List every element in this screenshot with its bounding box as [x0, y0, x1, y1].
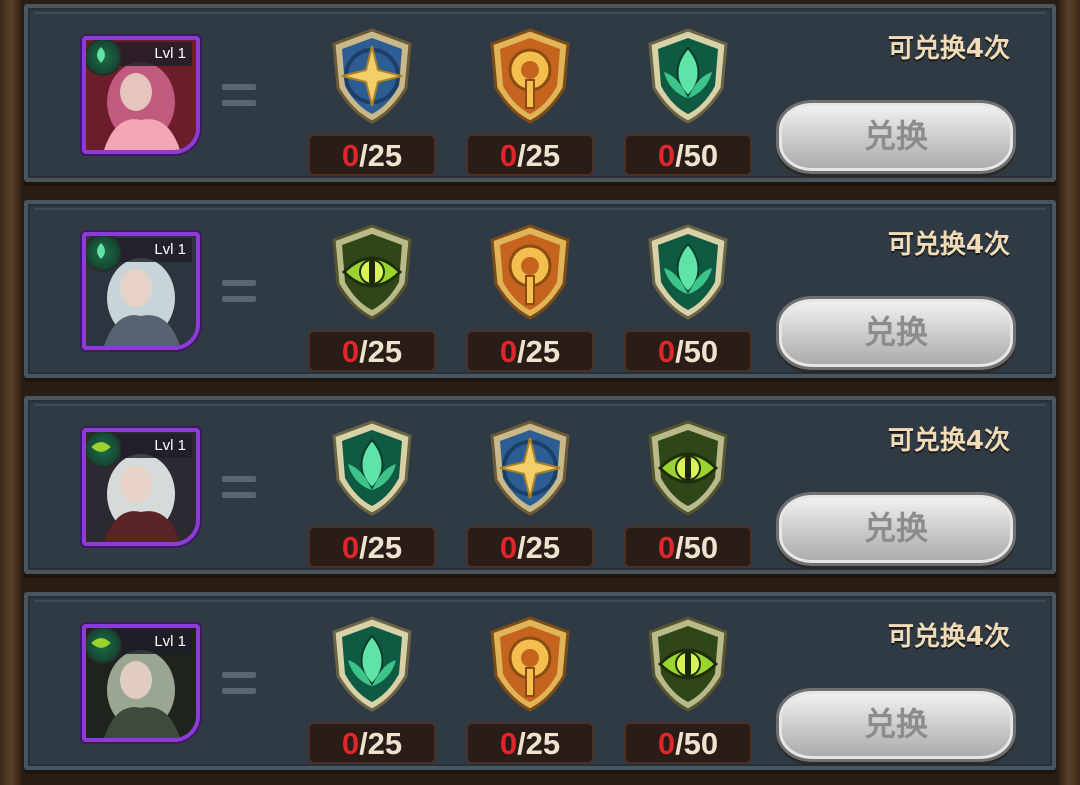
item-count-need: /25	[517, 138, 561, 173]
sun-emblem	[490, 616, 570, 712]
item-count-have: 0	[499, 530, 518, 565]
item-count-need: /25	[359, 138, 403, 173]
item-count-have: 0	[499, 334, 518, 369]
exchange-limit: 可兑换4次	[887, 622, 1010, 652]
required-item-3[interactable]: 0/50	[624, 614, 752, 764]
star-emblem	[332, 28, 412, 124]
hero-portrait[interactable]: Lvl 1	[82, 624, 200, 742]
lotus-emblem	[332, 420, 412, 516]
hero-level: Lvl 1	[116, 630, 192, 654]
required-item-1[interactable]: 0/25	[308, 222, 436, 372]
item-count: 0/50	[624, 134, 752, 176]
item-count-have: 0	[341, 138, 360, 173]
item-count-need: /50	[675, 138, 719, 173]
item-count-need: /50	[675, 726, 719, 761]
item-count-have: 0	[657, 726, 676, 761]
item-count-have: 0	[657, 334, 676, 369]
right-frame	[1058, 0, 1080, 785]
item-count: 0/25	[308, 134, 436, 176]
item-count-have: 0	[657, 530, 676, 565]
exchange-row-1: Lvl 1 0/25 0/25 0/50 可兑换4次 兑换	[24, 4, 1056, 182]
equals-icon	[222, 84, 256, 106]
exchange-button[interactable]: 兑换	[776, 100, 1016, 174]
exchange-list[interactable]: Lvl 1 0/25 0/25 0/50 可兑换4次 兑换 Lvl 1 0/25…	[22, 0, 1058, 785]
equals-icon	[222, 476, 256, 498]
item-count-need: /25	[359, 530, 403, 565]
exchange-row-3: Lvl 1 0/25 0/25 0/50 可兑换4次 兑换	[24, 396, 1056, 574]
item-count-have: 0	[341, 530, 360, 565]
item-count: 0/25	[308, 330, 436, 372]
lotus-emblem	[332, 616, 412, 712]
hero-portrait[interactable]: Lvl 1	[82, 232, 200, 350]
exchange-limit: 可兑换4次	[887, 230, 1010, 260]
item-count-need: /25	[517, 726, 561, 761]
item-count: 0/25	[308, 722, 436, 764]
hero-level: Lvl 1	[116, 238, 192, 262]
required-item-2[interactable]: 0/25	[466, 614, 594, 764]
item-count: 0/25	[308, 526, 436, 568]
item-count: 0/50	[624, 526, 752, 568]
exchange-button[interactable]: 兑换	[776, 296, 1016, 370]
required-item-2[interactable]: 0/25	[466, 418, 594, 568]
item-count-need: /50	[675, 530, 719, 565]
item-count-need: /25	[517, 334, 561, 369]
exchange-limit: 可兑换4次	[887, 34, 1010, 64]
item-count: 0/25	[466, 722, 594, 764]
lotus-class-icon	[86, 40, 122, 76]
hero-portrait[interactable]: Lvl 1	[82, 428, 200, 546]
exchange-limit: 可兑换4次	[887, 426, 1010, 456]
item-count-have: 0	[657, 138, 676, 173]
eye-class-icon	[86, 628, 122, 664]
item-count-have: 0	[341, 334, 360, 369]
item-count: 0/50	[624, 330, 752, 372]
required-item-1[interactable]: 0/25	[308, 26, 436, 176]
item-count-need: /25	[359, 726, 403, 761]
exchange-row-2: Lvl 1 0/25 0/25 0/50 可兑换4次 兑换	[24, 200, 1056, 378]
equals-icon	[222, 280, 256, 302]
item-count: 0/50	[624, 722, 752, 764]
hero-level: Lvl 1	[116, 42, 192, 66]
required-item-1[interactable]: 0/25	[308, 418, 436, 568]
item-count-need: /25	[359, 334, 403, 369]
required-item-3[interactable]: 0/50	[624, 418, 752, 568]
eye-emblem	[648, 616, 728, 712]
item-count: 0/25	[466, 526, 594, 568]
required-item-2[interactable]: 0/25	[466, 26, 594, 176]
required-item-1[interactable]: 0/25	[308, 614, 436, 764]
lotus-emblem	[648, 224, 728, 320]
item-count-have: 0	[499, 726, 518, 761]
required-item-2[interactable]: 0/25	[466, 222, 594, 372]
item-count: 0/25	[466, 134, 594, 176]
required-item-3[interactable]: 0/50	[624, 222, 752, 372]
exchange-row-4: Lvl 1 0/25 0/25 0/50 可兑换4次 兑换	[24, 592, 1056, 770]
eye-emblem	[332, 224, 412, 320]
lotus-emblem	[648, 28, 728, 124]
exchange-button[interactable]: 兑换	[776, 688, 1016, 762]
star-emblem	[490, 420, 570, 516]
item-count-have: 0	[341, 726, 360, 761]
required-item-3[interactable]: 0/50	[624, 26, 752, 176]
eye-emblem	[648, 420, 728, 516]
exchange-button[interactable]: 兑换	[776, 492, 1016, 566]
equals-icon	[222, 672, 256, 694]
sun-emblem	[490, 28, 570, 124]
lotus-class-icon	[86, 236, 122, 272]
item-count: 0/25	[466, 330, 594, 372]
eye-class-icon	[86, 432, 122, 468]
item-count-need: /25	[517, 530, 561, 565]
left-frame	[0, 0, 22, 785]
hero-portrait[interactable]: Lvl 1	[82, 36, 200, 154]
item-count-have: 0	[499, 138, 518, 173]
sun-emblem	[490, 224, 570, 320]
hero-level: Lvl 1	[116, 434, 192, 458]
item-count-need: /50	[675, 334, 719, 369]
